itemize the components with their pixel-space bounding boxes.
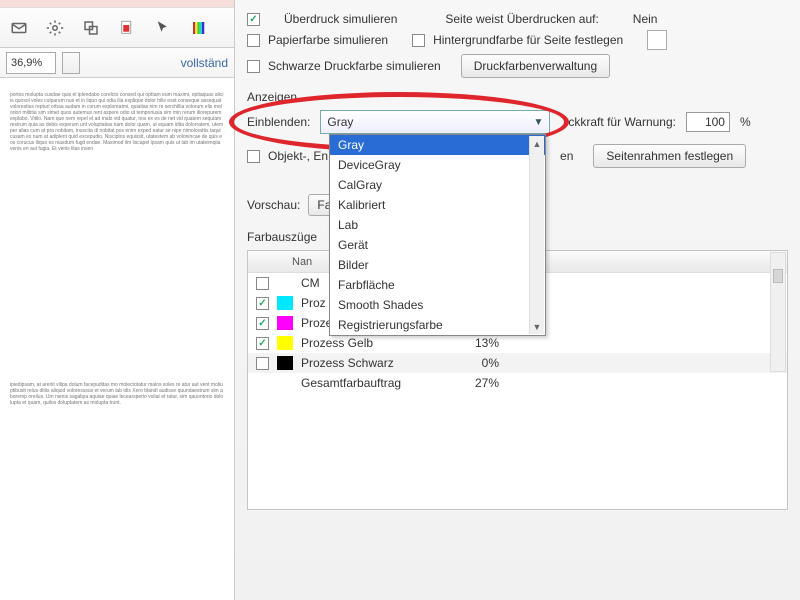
left-accent-strip <box>0 0 234 8</box>
sep-row-black[interactable]: Prozess Schwarz 0% <box>248 353 787 373</box>
dropdown-item-lab[interactable]: Lab <box>330 215 545 235</box>
sep-value: 13% <box>459 336 499 350</box>
col-header-name: Nan <box>292 256 332 268</box>
sep-row-total[interactable]: Gesamtfarbauftrag 27% <box>248 373 787 393</box>
page-overprint-label: Seite weist Überdrucken auf: <box>445 12 598 26</box>
view-mode-label[interactable]: vollständ <box>181 56 228 70</box>
black-ink-label: Schwarze Druckfarbe simulieren <box>268 59 441 73</box>
display-section-label: Anzeigen <box>247 90 788 104</box>
left-toolbar <box>0 8 234 48</box>
black-ink-checkbox[interactable] <box>247 60 260 73</box>
scroll-down-icon[interactable]: ▼ <box>530 319 544 334</box>
document-preview[interactable]: portos molupta cusdae quis el iplendabo … <box>0 78 234 600</box>
separations-scrollbar[interactable] <box>770 252 786 372</box>
swatch-cyan <box>277 296 293 310</box>
objekt-checkbox[interactable] <box>247 150 260 163</box>
sep-value: 0% <box>459 356 499 370</box>
sep-checkbox[interactable] <box>256 297 269 310</box>
sep-checkbox[interactable] <box>256 277 269 290</box>
bg-color-label: Hintergrundfarbe für Seite festlegen <box>433 33 623 47</box>
scroll-up-icon[interactable]: ▲ <box>530 136 544 151</box>
dropdown-item-calgray[interactable]: CalGray <box>330 175 545 195</box>
einblenden-label: Einblenden: <box>247 115 310 129</box>
bg-color-checkbox[interactable] <box>412 34 425 47</box>
sep-checkbox[interactable] <box>256 317 269 330</box>
vorschau-label: Vorschau: <box>247 198 300 212</box>
paper-color-label: Papierfarbe simulieren <box>268 33 388 47</box>
swatch-yellow <box>277 336 293 350</box>
zoom-dropdown-button[interactable] <box>62 52 80 74</box>
left-pane: 36,9% vollständ portos molupta cusdae qu… <box>0 0 235 600</box>
dropdown-item-registrierungsfarbe[interactable]: Registrierungsfarbe <box>330 315 545 335</box>
warn-opacity-label: ckkraft für Warnung: <box>568 115 676 129</box>
dropdown-item-bilder[interactable]: Bilder <box>330 255 545 275</box>
seitenrahmen-button[interactable]: Seitenrahmen festlegen <box>593 144 746 168</box>
mail-icon[interactable] <box>8 17 30 39</box>
sep-name: Prozess Gelb <box>301 336 451 350</box>
gear-icon[interactable] <box>44 17 66 39</box>
dropdown-item-smooth-shades[interactable]: Smooth Shades <box>330 295 545 315</box>
sep-checkbox[interactable] <box>256 357 269 370</box>
preview-text: portos molupta cusdae quis el iplendabo … <box>10 92 224 152</box>
dropdown-item-gray[interactable]: Gray <box>330 135 545 155</box>
zoom-combo[interactable]: 36,9% <box>6 52 56 74</box>
spectrum-icon[interactable] <box>188 17 210 39</box>
sep-name: Gesamtfarbauftrag <box>301 376 451 390</box>
objekt-label-tail: en <box>560 149 573 163</box>
einblenden-value: Gray <box>327 115 353 129</box>
zoom-row: 36,9% vollständ <box>0 48 234 78</box>
chevron-down-icon: ▼ <box>533 117 543 128</box>
warn-opacity-field[interactable]: 100 <box>686 112 730 132</box>
page-overprint-value: Nein <box>633 12 658 26</box>
percent-sign: % <box>740 115 751 129</box>
dropdown-item-kalibriert[interactable]: Kalibriert <box>330 195 545 215</box>
page-red-icon[interactable] <box>116 17 138 39</box>
cursor-icon[interactable] <box>152 17 174 39</box>
preview-text-2: ipiedipsam, at areriit vilipa dolum face… <box>10 382 224 406</box>
bg-color-swatch[interactable] <box>647 30 667 50</box>
swatch-magenta <box>277 316 293 330</box>
dropdown-item-farbflaeche[interactable]: Farbfläche <box>330 275 545 295</box>
sep-value: 27% <box>459 376 499 390</box>
einblenden-combo[interactable]: Gray ▼ <box>320 110 550 134</box>
overlap-icon[interactable] <box>80 17 102 39</box>
sep-row-yellow[interactable]: Prozess Gelb 13% <box>248 333 787 353</box>
right-panel: Überdruck simulieren Seite weist Überdru… <box>235 0 800 600</box>
swatch-black <box>277 356 293 370</box>
sep-name: Prozess Schwarz <box>301 356 451 370</box>
overprint-checkbox[interactable] <box>247 13 260 26</box>
ink-manager-button[interactable]: Druckfarbenverwaltung <box>461 54 610 78</box>
overprint-label: Überdruck simulieren <box>284 12 397 26</box>
sep-checkbox[interactable] <box>256 337 269 350</box>
objekt-label-cut: Objekt-, En <box>268 149 328 163</box>
dropdown-scrollbar[interactable]: ▲ ▼ <box>529 136 544 334</box>
dropdown-item-geraet[interactable]: Gerät <box>330 235 545 255</box>
paper-color-checkbox[interactable] <box>247 34 260 47</box>
dropdown-item-devicegray[interactable]: DeviceGray <box>330 155 545 175</box>
einblenden-dropdown[interactable]: Gray DeviceGray CalGray Kalibriert Lab G… <box>329 134 546 336</box>
